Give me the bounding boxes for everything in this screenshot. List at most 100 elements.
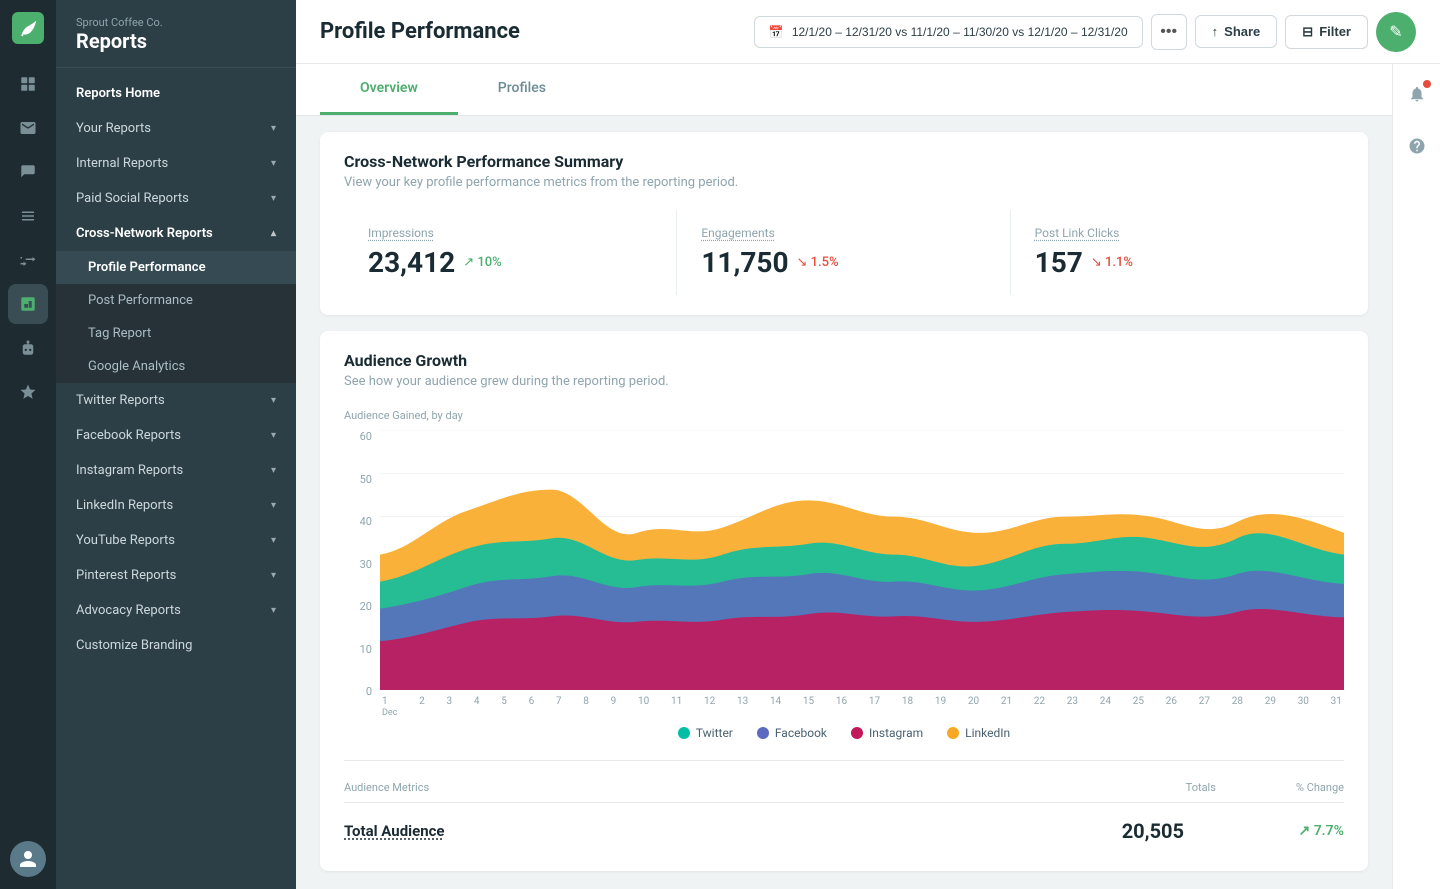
- legend-linkedin: LinkedIn: [947, 726, 1010, 740]
- chart-legend: Twitter Facebook Instagram LinkedIn: [344, 726, 1344, 740]
- y-axis: 6050403020100: [344, 430, 372, 718]
- sidebar-item-customize-branding[interactable]: Customize Branding: [56, 628, 296, 663]
- sidebar-item-reports-home[interactable]: Reports Home: [56, 76, 296, 111]
- audience-chart: [380, 430, 1344, 690]
- summary-subtitle: View your key profile performance metric…: [344, 175, 1344, 190]
- top-bar-actions: 📅 12/1/20 – 12/31/20 vs 11/1/20 – 11/30/…: [754, 12, 1416, 52]
- audience-growth-subtitle: See how your audience grew during the re…: [344, 374, 1344, 389]
- notification-icon[interactable]: [1399, 76, 1435, 112]
- chevron-down-icon: ▾: [271, 570, 276, 581]
- help-icon[interactable]: [1399, 128, 1435, 164]
- tabs-bar: Overview Profiles: [296, 64, 1392, 116]
- sidebar-item-google-analytics[interactable]: Google Analytics: [56, 350, 296, 383]
- total-audience-row: Total Audience 20,505 ↗ 7.7%: [344, 803, 1344, 851]
- date-range-button[interactable]: 📅 12/1/20 – 12/31/20 vs 11/1/20 – 11/30/…: [754, 16, 1143, 48]
- nav-compose[interactable]: [8, 64, 48, 104]
- notification-badge: [1423, 80, 1431, 88]
- sidebar-item-twitter-reports[interactable]: Twitter Reports ▾: [56, 383, 296, 418]
- summary-card: Cross-Network Performance Summary View y…: [320, 132, 1368, 315]
- total-audience-label: Total Audience: [344, 822, 445, 840]
- chevron-down-icon: ▾: [271, 193, 276, 204]
- calendar-icon: 📅: [769, 25, 784, 39]
- cross-network-submenu: Profile Performance Post Performance Tag…: [56, 251, 296, 383]
- metric-label-engagements: Engagements: [701, 226, 985, 240]
- chevron-down-icon: ▾: [271, 123, 276, 134]
- sidebar-item-advocacy-reports[interactable]: Advocacy Reports ▾: [56, 593, 296, 628]
- metrics-grid: Impressions 23,412 ↗ 10% Engagements 11,…: [344, 210, 1344, 295]
- chart-wrapper: 6050403020100: [344, 430, 1344, 718]
- sidebar-item-internal-reports[interactable]: Internal Reports ▾: [56, 146, 296, 181]
- sidebar-item-pinterest-reports[interactable]: Pinterest Reports ▾: [56, 558, 296, 593]
- total-audience-change: ↗ 7.7%: [1264, 823, 1344, 839]
- sidebar-item-linkedin-reports[interactable]: LinkedIn Reports ▾: [56, 488, 296, 523]
- summary-title: Cross-Network Performance Summary: [344, 152, 1344, 171]
- sidebar-item-tag-report[interactable]: Tag Report: [56, 317, 296, 350]
- metric-change-post-link-clicks: ↘ 1.1%: [1091, 255, 1133, 270]
- audience-metrics-header: Audience Metrics Totals % Change: [344, 769, 1344, 803]
- nav-campaigns[interactable]: [8, 240, 48, 280]
- content-area: Overview Profiles Cross-Network Performa…: [296, 64, 1440, 889]
- chevron-down-icon: ▾: [271, 605, 276, 616]
- page-title: Profile Performance: [320, 19, 520, 44]
- chevron-down-icon: ▾: [271, 535, 276, 546]
- sidebar-item-paid-social-reports[interactable]: Paid Social Reports ▾: [56, 181, 296, 216]
- total-audience-value: 20,505: [1064, 819, 1184, 843]
- audience-growth-title: Audience Growth: [344, 351, 1344, 370]
- content-main: Overview Profiles Cross-Network Performa…: [296, 64, 1392, 889]
- metric-change-impressions: ↗ 10%: [463, 255, 501, 270]
- more-options-button[interactable]: •••: [1151, 14, 1187, 50]
- legend-instagram: Instagram: [851, 726, 923, 740]
- nav-inbox[interactable]: [8, 108, 48, 148]
- app-logo: [12, 12, 44, 44]
- metric-impressions: Impressions 23,412 ↗ 10%: [344, 210, 677, 295]
- sidebar-item-post-performance[interactable]: Post Performance: [56, 284, 296, 317]
- tab-overview[interactable]: Overview: [320, 64, 458, 115]
- chevron-up-icon: ▴: [271, 228, 276, 239]
- filter-button[interactable]: ⊟ Filter: [1285, 15, 1368, 49]
- sidebar-item-facebook-reports[interactable]: Facebook Reports ▾: [56, 418, 296, 453]
- filter-icon: ⊟: [1302, 24, 1313, 40]
- metric-value-impressions: 23,412 ↗ 10%: [368, 246, 652, 279]
- sidebar-header: Sprout Coffee Co. Reports: [56, 0, 296, 68]
- top-bar: Profile Performance 📅 12/1/20 – 12/31/20…: [296, 0, 1440, 64]
- audience-metrics-section: Audience Metrics Totals % Change Total A…: [344, 760, 1344, 851]
- legend-facebook: Facebook: [757, 726, 827, 740]
- nav-star[interactable]: [8, 372, 48, 412]
- share-button[interactable]: ↑ Share: [1195, 15, 1278, 48]
- nav-analytics[interactable]: [8, 284, 48, 324]
- metric-label-impressions: Impressions: [368, 226, 652, 240]
- audience-growth-card: Audience Growth See how your audience gr…: [320, 331, 1368, 871]
- sidebar-nav: Reports Home Your Reports ▾ Internal Rep…: [56, 68, 296, 889]
- share-icon: ↑: [1212, 24, 1219, 39]
- metric-value-post-link-clicks: 157 ↘ 1.1%: [1035, 246, 1320, 279]
- sidebar-item-youtube-reports[interactable]: YouTube Reports ▾: [56, 523, 296, 558]
- right-bar: [1392, 64, 1440, 889]
- chevron-down-icon: ▾: [271, 395, 276, 406]
- date-range-text: 12/1/20 – 12/31/20 vs 11/1/20 – 11/30/20…: [792, 25, 1128, 39]
- sidebar: Sprout Coffee Co. Reports Reports Home Y…: [56, 0, 296, 889]
- chart-container: 1Dec234567891011121314151617181920212223…: [380, 430, 1344, 718]
- more-icon: •••: [1160, 23, 1177, 41]
- nav-bot[interactable]: [8, 328, 48, 368]
- metric-change-engagements: ↘ 1.5%: [797, 255, 839, 270]
- metric-label-post-link-clicks: Post Link Clicks: [1035, 226, 1320, 240]
- tab-profiles[interactable]: Profiles: [458, 64, 586, 115]
- section-title: Reports: [76, 29, 276, 53]
- nav-tasks[interactable]: [8, 196, 48, 236]
- icon-bar: [0, 0, 56, 889]
- metric-value-engagements: 11,750 ↘ 1.5%: [701, 246, 985, 279]
- sidebar-item-instagram-reports[interactable]: Instagram Reports ▾: [56, 453, 296, 488]
- user-avatar[interactable]: [10, 841, 46, 877]
- metric-post-link-clicks: Post Link Clicks 157 ↘ 1.1%: [1011, 210, 1344, 295]
- chart-label: Audience Gained, by day: [344, 409, 1344, 422]
- chevron-down-icon: ▾: [271, 500, 276, 511]
- sidebar-item-profile-performance[interactable]: Profile Performance: [56, 251, 296, 284]
- org-name: Sprout Coffee Co.: [76, 16, 276, 29]
- metric-engagements: Engagements 11,750 ↘ 1.5%: [677, 210, 1010, 295]
- chevron-down-icon: ▾: [271, 430, 276, 441]
- user-avatar-section: [10, 841, 46, 877]
- nav-publish[interactable]: [8, 152, 48, 192]
- sidebar-item-cross-network-reports[interactable]: Cross-Network Reports ▴: [56, 216, 296, 251]
- edit-button[interactable]: ✎: [1376, 12, 1416, 52]
- sidebar-item-your-reports[interactable]: Your Reports ▾: [56, 111, 296, 146]
